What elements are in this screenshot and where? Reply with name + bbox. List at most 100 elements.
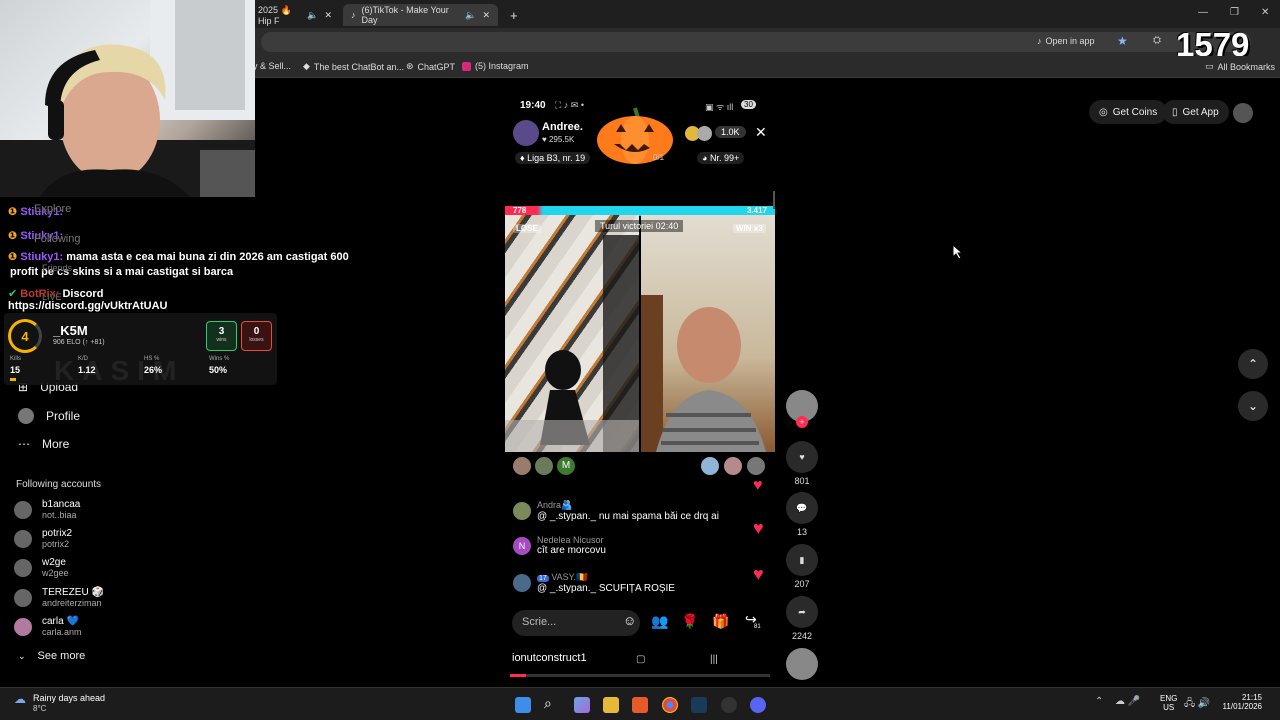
clock-date: 11/01/2026 [1222, 702, 1262, 711]
follow-plus-icon[interactable]: + [796, 416, 808, 428]
following-account[interactable]: w2ge w2gee [14, 557, 69, 578]
next-video-button[interactable]: ⌄ [1238, 391, 1268, 421]
nav-explore[interactable]: Explore [34, 203, 71, 215]
tab-music[interactable]: 2025 🔥 Hip F 🔈 ✕ [250, 4, 340, 26]
badge-icon: ❶ [8, 206, 18, 218]
comment-text: @ _.stypan._ SCUFIȚA ROȘIE [537, 583, 675, 594]
windows-start-icon[interactable] [515, 697, 531, 713]
rank-badge[interactable]: ◕ Nr. 99+ [697, 152, 745, 164]
search-icon[interactable]: ⌕ [544, 695, 552, 712]
weather-title[interactable]: Rainy days ahead [33, 693, 105, 703]
speaker-icon[interactable]: 🔈 [307, 10, 318, 21]
gifter-avatar[interactable] [535, 457, 553, 475]
tray-icons[interactable]: ☁ 🎤 [1115, 696, 1140, 707]
left-video[interactable] [505, 215, 639, 452]
following-account[interactable]: carla 💙 carla.anm [14, 616, 82, 637]
close-window-icon[interactable]: ✕ [1261, 7, 1269, 18]
see-more-button[interactable]: ⌄ See more [18, 650, 85, 662]
right-video[interactable] [641, 215, 775, 452]
bookmark-item[interactable]: ⊛ ChatGPT [406, 61, 455, 72]
steam-icon[interactable] [691, 697, 707, 713]
account-handle: w2gee [42, 568, 69, 578]
stat-label: Kills [10, 356, 22, 362]
network-volume-icons[interactable]: 🖧 🔊 [1184, 696, 1210, 713]
share-button[interactable]: ➦ 2242 [786, 596, 818, 641]
nav-more[interactable]: ⋯ More [18, 437, 69, 451]
like-count: 801 [794, 476, 810, 486]
wins-label: wins [216, 337, 227, 343]
star-icon[interactable]: ★ [1117, 34, 1128, 48]
host-avatar[interactable] [513, 120, 539, 146]
stat-label: HS % [144, 356, 160, 362]
close-icon[interactable]: ✕ [482, 10, 490, 21]
nav-profile[interactable]: Profile [18, 408, 80, 424]
user-avatar[interactable] [1233, 103, 1253, 123]
following-account[interactable]: b1ancaa not..biaa [14, 499, 80, 520]
music-disc-button[interactable] [786, 648, 818, 680]
close-icon[interactable]: ✕ [324, 10, 332, 21]
new-tab-button[interactable]: + [502, 4, 526, 26]
nav-friends[interactable]: Friends [42, 263, 72, 273]
progress-fill [510, 674, 526, 677]
comment-button[interactable]: 💬 13 [786, 492, 818, 537]
restore-icon[interactable]: ❐ [1230, 7, 1239, 18]
guests-icon[interactable]: 👥 [651, 613, 668, 630]
gifter-avatar[interactable] [747, 457, 765, 475]
gifter-avatar[interactable] [513, 457, 531, 475]
host-name[interactable]: Andree. [542, 121, 583, 133]
bookmark-item[interactable]: y & Sell... [253, 61, 291, 71]
bookmark-item[interactable]: ◆ The best ChatBot an... [303, 61, 404, 72]
following-account[interactable]: potrix2 potrix2 [14, 528, 72, 549]
copilot-icon[interactable] [574, 697, 590, 713]
file-explorer-icon[interactable] [603, 697, 619, 713]
url-input[interactable] [261, 32, 1251, 52]
comment: 17 VASY.🇷🇴 @ _.stypan._ SCUFIȚA ROȘIE [513, 572, 675, 594]
tab-tiktok[interactable]: ♪ (6)TikTok - Make Your Day 🔈 ✕ [343, 4, 498, 26]
avatar [14, 558, 32, 577]
gifter-avatar[interactable]: M [557, 457, 575, 475]
recent-apps-icon[interactable]: ||| [710, 654, 718, 665]
like-button[interactable]: ♥ 801 [786, 441, 818, 486]
extension-icon[interactable]: ⛭ [1153, 35, 1161, 46]
chrome-icon[interactable] [662, 697, 678, 713]
gift-icon[interactable]: 🎁 [712, 613, 729, 630]
brave-icon[interactable] [632, 697, 648, 713]
get-app-button[interactable]: ▯ Get App [1162, 100, 1229, 124]
tab-label: 2025 🔥 Hip F [258, 4, 292, 26]
following-account[interactable]: TEREZEU 🎲 andreiterziman [14, 587, 104, 608]
gifter-avatar[interactable] [701, 457, 719, 475]
nav-live[interactable]: LIVE [42, 292, 62, 302]
creator-avatar-button[interactable]: + [786, 390, 818, 428]
all-bookmarks-button[interactable]: ▭ All Bookmarks [1205, 61, 1275, 72]
get-coins-button[interactable]: ◎ Get Coins [1089, 100, 1168, 124]
badge-icon: ❶ [8, 251, 18, 263]
speaker-icon[interactable]: 🔈 [465, 10, 476, 21]
gifter-avatar[interactable] [724, 457, 742, 475]
league-badge[interactable]: ♦ Liga B3, nr. 19 [515, 152, 591, 164]
rose-icon[interactable]: 🌹 [681, 613, 698, 630]
save-button[interactable]: ▮ 207 [786, 544, 818, 589]
faceit-name: _K5M [53, 323, 88, 338]
comment-input[interactable]: Scrie... [512, 610, 640, 636]
viewer-avatar [697, 126, 712, 141]
minimize-icon[interactable]: — [1198, 7, 1208, 18]
clock[interactable]: 21:15 11/01/2026 [1222, 693, 1262, 711]
close-icon[interactable]: ✕ [755, 124, 767, 141]
nav-following[interactable]: Following [34, 233, 80, 245]
scrollbar[interactable] [773, 191, 775, 209]
discord-icon[interactable] [750, 697, 766, 713]
chevron-up-icon[interactable]: ⌃ [1095, 696, 1103, 707]
progress-bar[interactable] [510, 674, 770, 677]
emoji-icon[interactable]: ☺ [623, 613, 636, 628]
previous-video-button[interactable]: ⌃ [1238, 349, 1268, 379]
account-name: potrix2 [42, 528, 73, 539]
weather-icon[interactable]: ☁ [14, 692, 26, 706]
bookmark-item[interactable]: (5) Instagram [462, 61, 529, 71]
account-handle: carla.anm [42, 627, 82, 637]
heart-icon: ♥ [753, 518, 764, 538]
following-accounts-title: Following accounts [16, 479, 102, 490]
open-in-app-button[interactable]: ♪ Open in app [1037, 36, 1095, 46]
home-icon[interactable]: ▢ [636, 654, 645, 665]
language-indicator[interactable]: ENG US [1160, 694, 1177, 712]
settings-icon[interactable] [721, 697, 737, 713]
